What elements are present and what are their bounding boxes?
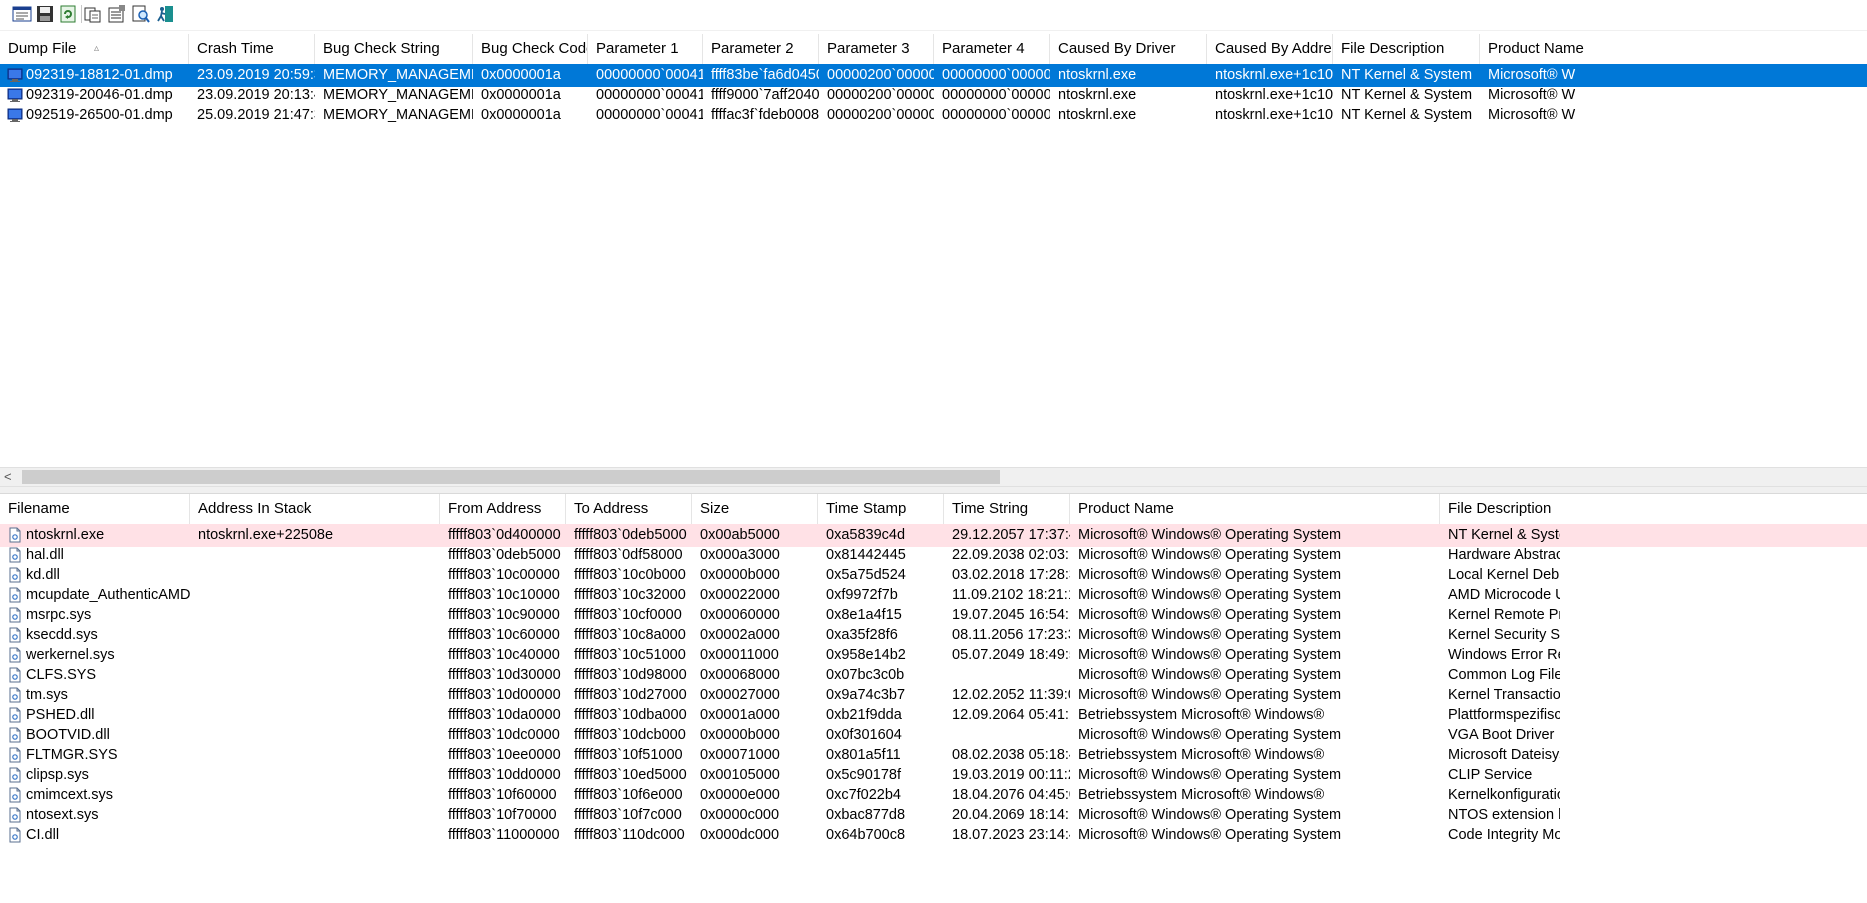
parameter-2-cell: ffffac3f`fdeb0008	[711, 107, 819, 123]
scrollbar-thumb[interactable]	[22, 470, 1000, 484]
column-header-time-stamp[interactable]: Time Stamp	[818, 494, 944, 524]
crash-dump-list-header: Dump File Crash Time Bug Check String Bu…	[0, 34, 1867, 65]
product-name-cell: Microsoft® Windows® Operating System	[1078, 827, 1342, 843]
caused-by-driver-cell: ntoskrnl.exe	[1058, 107, 1137, 123]
save-icon[interactable]	[34, 3, 56, 25]
column-header-parameter-2[interactable]: Parameter 2	[703, 34, 819, 64]
crash-dump-list: Dump File Crash Time Bug Check String Bu…	[0, 34, 1867, 467]
column-header-filename[interactable]: Filename	[0, 494, 190, 524]
column-header-from-address[interactable]: From Address	[440, 494, 566, 524]
time-string-cell: 18.07.2023 23:14:48	[952, 827, 1070, 843]
copy-icon[interactable]	[82, 3, 104, 25]
from-address-cell: fffff803`11000000	[448, 827, 560, 843]
dump-row[interactable]: 092519-26500-01.dmp 25.09.2019 21:47:38 …	[0, 104, 1867, 127]
driver-row[interactable]: CI.dll fffff803`11000000 fffff803`110dc000…	[0, 824, 1867, 847]
column-header-file-description[interactable]: File Description	[1440, 494, 1867, 524]
bug-check-string-cell: MEMORY_MANAGEMENT	[323, 107, 473, 123]
crash-time-cell: 25.09.2019 21:47:38	[197, 107, 315, 123]
column-header-file-description[interactable]: File Description	[1333, 34, 1480, 64]
sort-ascending-icon: ▵	[94, 43, 100, 54]
filename-cell: CI.dll	[26, 827, 60, 843]
column-header-product-name[interactable]: Product Name	[1480, 34, 1867, 64]
column-header-bug-check-string[interactable]: Bug Check String	[315, 34, 473, 64]
column-header-address-in-stack[interactable]: Address In Stack	[190, 494, 440, 524]
parameter-1-cell: 00000000`000417...	[596, 107, 703, 123]
horizontal-scrollbar[interactable]: <	[0, 467, 1867, 486]
column-header-bug-check-code[interactable]: Bug Check Code	[473, 34, 588, 64]
html-report-icon[interactable]	[11, 3, 33, 25]
find-icon[interactable]	[130, 3, 152, 25]
to-address-cell: fffff803`110dc000	[574, 827, 685, 843]
driver-list-header: Filename Address In Stack From Address T…	[0, 494, 1867, 525]
column-header-to-address[interactable]: To Address	[566, 494, 692, 524]
file-description-cell: Code Integrity Mo...	[1448, 827, 1560, 843]
driver-list: Filename Address In Stack From Address T…	[0, 493, 1867, 903]
address-in-stack-cell	[190, 824, 440, 847]
time-stamp-cell: 0x64b700c8	[826, 827, 906, 843]
parameter-3-cell: 00000200`000000...	[827, 107, 934, 123]
bug-check-code-cell: 0x0000001a	[481, 107, 561, 123]
dump-file-cell: 092519-26500-01.dmp	[26, 107, 173, 123]
column-header-product-name[interactable]: Product Name	[1070, 494, 1440, 524]
toolbar	[0, 0, 1867, 31]
column-header-crash-time[interactable]: Crash Time	[189, 34, 315, 64]
column-header-parameter-1[interactable]: Parameter 1	[588, 34, 703, 64]
scroll-left-icon[interactable]: <	[4, 468, 12, 486]
sort-ascending-icon: ▵	[300, 503, 306, 514]
file-description-cell: NT Kernel & System	[1341, 107, 1473, 123]
pane-splitter[interactable]	[0, 486, 1867, 493]
caused-by-address-cell: ntoskrnl.exe+1c10a0	[1215, 107, 1333, 123]
size-cell: 0x000dc000	[700, 827, 780, 843]
column-header-caused-by-driver[interactable]: Caused By Driver	[1050, 34, 1207, 64]
parameter-4-cell: 00000000`000000...	[942, 107, 1050, 123]
column-header-parameter-3[interactable]: Parameter 3	[819, 34, 934, 64]
product-name-cell: Microsoft® W	[1488, 107, 1576, 123]
refresh-icon[interactable]	[57, 3, 79, 25]
column-header-time-string[interactable]: Time String	[944, 494, 1070, 524]
column-header-size[interactable]: Size	[692, 494, 818, 524]
column-header-parameter-4[interactable]: Parameter 4	[934, 34, 1050, 64]
exit-icon[interactable]	[154, 3, 176, 25]
column-header-caused-by-address[interactable]: Caused By Address	[1207, 34, 1333, 64]
properties-icon[interactable]	[106, 3, 128, 25]
